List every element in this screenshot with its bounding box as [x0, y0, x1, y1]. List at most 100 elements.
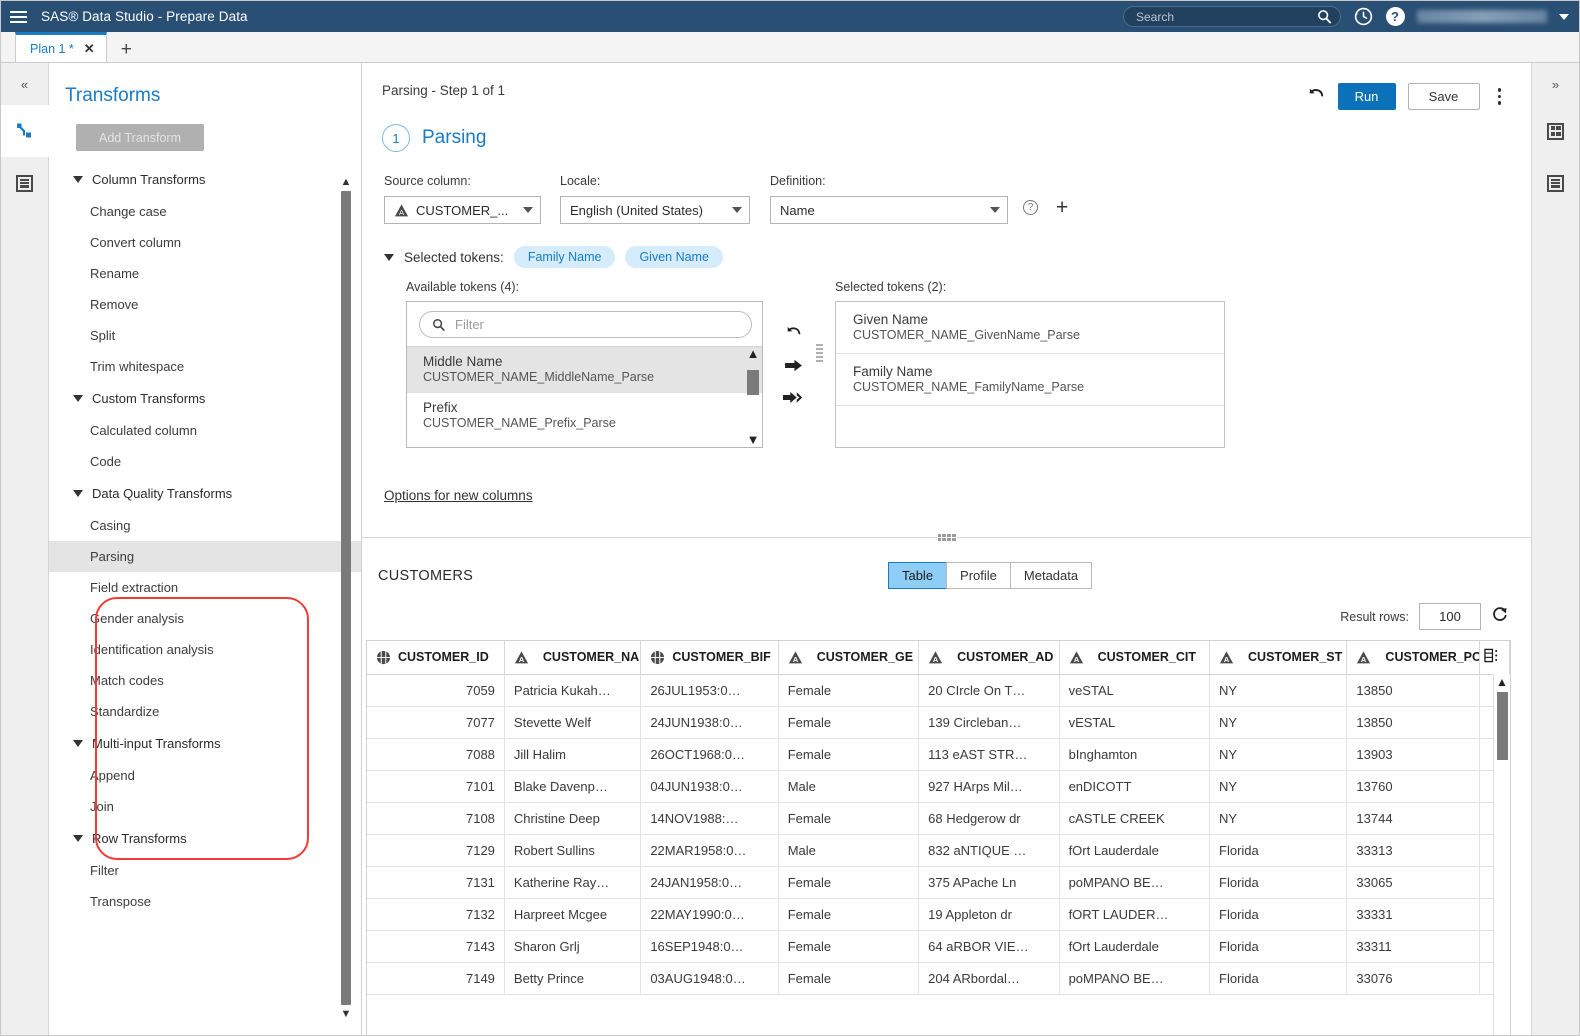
table-row[interactable]: 7077 Stevette Welf 24JUN1938:0… Female 1…	[367, 706, 1510, 738]
user-name[interactable]	[1417, 10, 1547, 23]
transforms-scrollbar[interactable]: ▲ ▼	[339, 175, 353, 1021]
search-input[interactable]	[1136, 10, 1317, 24]
transform-item-gender-analysis[interactable]: Gender analysis	[49, 603, 361, 634]
token-chip-given-name[interactable]: Given Name	[625, 246, 722, 268]
transform-group-row[interactable]: Row Transforms	[49, 822, 361, 855]
transform-group-multi-input[interactable]: Multi-input Transforms	[49, 727, 361, 760]
transform-item-match-codes[interactable]: Match codes	[49, 665, 361, 696]
move-all-tokens-right-button[interactable]	[783, 390, 804, 408]
scrollbar-thumb[interactable]	[341, 191, 351, 1005]
table-row[interactable]: 7143 Sharon Grlj 16SEP1948:0… Female 64 …	[367, 930, 1510, 962]
transform-group-data-quality[interactable]: Data Quality Transforms	[49, 477, 361, 510]
table-row[interactable]: 7129 Robert Sullins 22MAR1958:0… Male 83…	[367, 834, 1510, 866]
scroll-up-icon[interactable]: ▲	[747, 346, 760, 361]
rail-item-properties[interactable]	[1532, 105, 1580, 157]
scroll-up-icon[interactable]: ▲	[1494, 674, 1510, 690]
column-header-customer-id[interactable]: CUSTOMER_ID	[367, 641, 504, 674]
transform-item-identification-analysis[interactable]: Identification analysis	[49, 634, 361, 665]
chevron-down-icon[interactable]	[1559, 14, 1569, 20]
scrollbar-thumb[interactable]	[747, 370, 759, 395]
selected-token-given-name[interactable]: Given Name CUSTOMER_NAME_GivenName_Parse	[836, 302, 1224, 354]
transform-item-casing[interactable]: Casing	[49, 510, 361, 541]
available-token-middle-name[interactable]: Middle Name CUSTOMER_NAME_MiddleName_Par…	[407, 346, 762, 392]
undo-button[interactable]	[1307, 86, 1326, 108]
transform-item-join[interactable]: Join	[49, 791, 361, 822]
splitter-grip-icon[interactable]	[937, 533, 957, 542]
transform-item-code[interactable]: Code	[49, 446, 361, 477]
result-rows-input[interactable]	[1419, 603, 1481, 630]
filter-input-wrapper[interactable]	[419, 311, 752, 338]
available-tokens-scrollbar[interactable]: ▲ ▼	[744, 346, 762, 447]
column-header-customer-gender[interactable]: A CUSTOMER_GE	[778, 641, 918, 674]
table-row[interactable]: 7059 Patricia Kukah… 26JUL1953:0… Female…	[367, 674, 1510, 706]
column-header-customer-name[interactable]: A CUSTOMER_NA	[504, 641, 640, 674]
scroll-down-icon[interactable]: ▼	[339, 1007, 353, 1021]
search-box[interactable]	[1123, 6, 1341, 27]
drag-handle-left[interactable]	[816, 344, 823, 448]
table-row[interactable]: 7149 Betty Prince 03AUG1948:0… Female 20…	[367, 962, 1510, 994]
column-header-customer-city[interactable]: A CUSTOMER_CIT	[1059, 641, 1209, 674]
token-chip-family-name[interactable]: Family Name	[514, 246, 616, 268]
transform-group-column[interactable]: Column Transforms	[49, 163, 361, 196]
table-row[interactable]: 7131 Katherine Ray… 24JAN1958:0… Female …	[367, 866, 1510, 898]
transform-item-rename[interactable]: Rename	[49, 258, 361, 289]
transform-item-change-case[interactable]: Change case	[49, 196, 361, 227]
scroll-down-icon[interactable]: ▼	[747, 432, 760, 447]
scrollbar-thumb[interactable]	[1497, 692, 1508, 760]
table-row[interactable]: 7101 Blake Davenp… 04JUN1938:0… Male 927…	[367, 770, 1510, 802]
transform-item-standardize[interactable]: Standardize	[49, 696, 361, 727]
scroll-up-icon[interactable]: ▲	[339, 175, 353, 189]
rail-item-details[interactable]	[1, 157, 49, 209]
move-token-right-button[interactable]	[784, 358, 803, 376]
source-column-select[interactable]: A CUSTOMER_...	[384, 196, 541, 224]
transform-item-remove[interactable]: Remove	[49, 289, 361, 320]
rail-item-plan[interactable]	[1, 105, 49, 157]
refresh-button[interactable]	[1491, 605, 1509, 628]
panel-splitter[interactable]	[362, 537, 1531, 550]
column-header-customer-state[interactable]: A CUSTOMER_ST	[1210, 641, 1347, 674]
help-circle-icon[interactable]: ?	[1023, 200, 1038, 215]
add-tab-button[interactable]: +	[107, 40, 146, 62]
reset-tokens-button[interactable]	[785, 324, 803, 344]
available-token-prefix[interactable]: Prefix CUSTOMER_NAME_Prefix_Parse	[407, 392, 762, 438]
transform-item-parsing[interactable]: Parsing	[49, 541, 361, 572]
column-header-overflow[interactable]	[1479, 641, 1509, 674]
collapse-left-panel-button[interactable]: «	[1, 63, 49, 105]
transform-item-trim-whitespace[interactable]: Trim whitespace	[49, 351, 361, 382]
close-icon[interactable]: ✕	[84, 41, 95, 57]
hamburger-icon[interactable]	[1, 1, 35, 32]
transform-item-split[interactable]: Split	[49, 320, 361, 351]
table-row[interactable]: 7088 Jill Halim 26OCT1968:0… Female 113 …	[367, 738, 1510, 770]
search-icon[interactable]	[1317, 9, 1332, 24]
history-icon[interactable]	[1353, 7, 1373, 27]
add-transform-button[interactable]: Add Transform	[76, 124, 204, 151]
save-button[interactable]: Save	[1408, 83, 1480, 110]
tab-plan-1[interactable]: Plan 1 * ✕	[15, 32, 107, 62]
transform-item-transpose[interactable]: Transpose	[49, 886, 361, 917]
collapse-right-panel-button[interactable]: »	[1532, 63, 1580, 105]
transform-item-append[interactable]: Append	[49, 760, 361, 791]
column-header-customer-postal-code[interactable]: A CUSTOMER_PC	[1347, 641, 1479, 674]
selected-token-family-name[interactable]: Family Name CUSTOMER_NAME_FamilyName_Par…	[836, 354, 1224, 406]
transform-item-calculated-column[interactable]: Calculated column	[49, 415, 361, 446]
tab-profile[interactable]: Profile	[946, 562, 1010, 589]
options-for-new-columns-link[interactable]: Options for new columns	[384, 488, 1531, 503]
help-icon[interactable]: ?	[1385, 7, 1405, 27]
plus-icon[interactable]: +	[1056, 197, 1068, 218]
run-button[interactable]: Run	[1338, 83, 1396, 110]
transform-group-custom[interactable]: Custom Transforms	[49, 382, 361, 415]
filter-input[interactable]	[455, 317, 739, 332]
tab-metadata[interactable]: Metadata	[1010, 562, 1092, 589]
transform-item-convert-column[interactable]: Convert column	[49, 227, 361, 258]
column-header-customer-address[interactable]: A CUSTOMER_AD	[919, 641, 1059, 674]
tab-table[interactable]: Table	[888, 562, 946, 589]
locale-select[interactable]: English (United States)	[560, 196, 750, 224]
table-row[interactable]: 7108 Christine Deep 14NOV1988:… Female 6…	[367, 802, 1510, 834]
table-row[interactable]: 7132 Harpreet Mcgee 22MAY1990:0… Female …	[367, 898, 1510, 930]
column-header-customer-birth[interactable]: CUSTOMER_BIF	[641, 641, 778, 674]
available-tokens-listbox[interactable]: Middle Name CUSTOMER_NAME_MiddleName_Par…	[406, 301, 763, 448]
transform-item-filter[interactable]: Filter	[49, 855, 361, 886]
rail-item-details[interactable]	[1532, 157, 1580, 209]
more-options-icon[interactable]	[1492, 86, 1508, 107]
selected-tokens-listbox[interactable]: Given Name CUSTOMER_NAME_GivenName_Parse…	[835, 301, 1225, 448]
